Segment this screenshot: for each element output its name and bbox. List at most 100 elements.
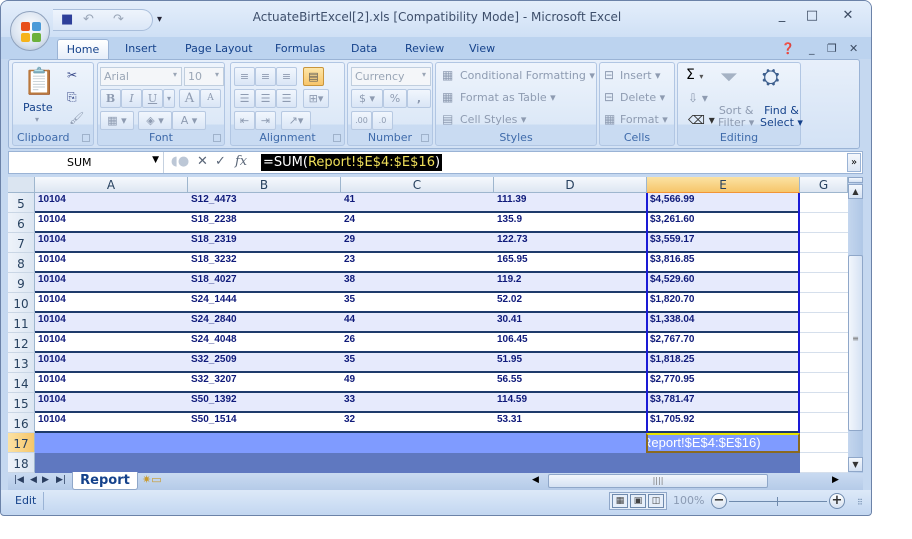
font-color-button[interactable]: A ▾ <box>172 111 206 130</box>
first-sheet-button[interactable]: |◀ <box>14 475 24 485</box>
find-select-button[interactable]: Find & Select ▾ <box>760 105 803 129</box>
align-middle-button[interactable]: ≡ <box>255 67 276 86</box>
row-header-13[interactable]: 13 <box>8 353 35 373</box>
cell-b14[interactable]: S32_3207 <box>188 374 237 385</box>
cell-g13[interactable] <box>800 353 848 373</box>
scroll-left-button[interactable]: ◀ <box>532 475 539 485</box>
align-center-button[interactable]: ☰ <box>255 89 276 108</box>
align-bottom-button[interactable]: ≡ <box>276 67 297 86</box>
name-box[interactable]: SUM ▼ <box>9 152 164 173</box>
cell-b9[interactable]: S18_4027 <box>188 274 237 285</box>
cell-c12[interactable]: 26 <box>341 334 355 345</box>
cell-b15[interactable]: S50_1392 <box>188 394 237 405</box>
cell-b13[interactable]: S32_2509 <box>188 354 237 365</box>
column-header-e[interactable]: E <box>647 177 800 193</box>
cell-g10[interactable] <box>800 293 848 313</box>
cell-g17[interactable] <box>800 433 848 453</box>
cell-b12[interactable]: S24_4048 <box>188 334 237 345</box>
align-right-button[interactable]: ☰ <box>276 89 297 108</box>
cell-g7[interactable] <box>800 233 848 253</box>
row-header-5[interactable]: 5 <box>8 193 35 213</box>
cell-b10[interactable]: S24_1444 <box>188 294 237 305</box>
row-header-16[interactable]: 16 <box>8 413 35 433</box>
cell-d16[interactable]: 53.31 <box>494 414 522 425</box>
maximize-button[interactable]: □ <box>801 8 823 23</box>
format-as-table-button[interactable]: Format as Table ▾ <box>460 91 556 104</box>
cell-c11[interactable]: 44 <box>341 314 355 325</box>
increase-indent-button[interactable]: ⇥ <box>255 111 276 130</box>
cell-d15[interactable]: 114.59 <box>494 394 527 405</box>
row-header-17[interactable]: 17 <box>8 433 35 453</box>
cell-g9[interactable] <box>800 273 848 293</box>
number-launcher-icon[interactable] <box>421 134 429 142</box>
cell-g8[interactable] <box>800 253 848 273</box>
split-box[interactable] <box>848 177 863 183</box>
cell-g6[interactable] <box>800 213 848 233</box>
row-header-12[interactable]: 12 <box>8 333 35 353</box>
row-header-6[interactable]: 6 <box>8 213 35 233</box>
bold-button[interactable]: B <box>100 89 121 108</box>
cell-g15[interactable] <box>800 393 848 413</box>
name-box-dropdown-icon[interactable]: ▼ <box>152 155 159 165</box>
horizontal-scrollbar[interactable]: ◀ |||| ▶ <box>518 474 848 489</box>
cell-a11[interactable]: 10104 <box>35 314 66 325</box>
cell-a9[interactable]: 10104 <box>35 274 66 285</box>
cell-c10[interactable]: 35 <box>341 294 355 305</box>
resize-grip-icon[interactable]: ⠿ <box>857 498 863 507</box>
tab-page-layout[interactable]: Page Layout <box>185 39 253 59</box>
number-format-select[interactable]: Currency ▾ <box>351 67 431 86</box>
cell-a7[interactable]: 10104 <box>35 234 66 245</box>
doc-close-button[interactable]: ✕ <box>849 39 858 59</box>
prev-sheet-button[interactable]: ◀ <box>30 475 37 485</box>
cell-a6[interactable]: 10104 <box>35 214 66 225</box>
row-header-15[interactable]: 15 <box>8 393 35 413</box>
cell-d12[interactable]: 106.45 <box>494 334 528 345</box>
cell-c5[interactable]: 41 <box>341 194 355 205</box>
sort-filter-button[interactable]: Sort & Filter ▾ <box>718 105 754 129</box>
next-sheet-button[interactable]: ▶ <box>42 475 49 485</box>
cell-d11[interactable]: 30.41 <box>494 314 522 325</box>
sheet-tab-report[interactable]: Report <box>72 472 138 490</box>
copy-icon[interactable]: ⎘ <box>67 90 77 105</box>
row-header-9[interactable]: 9 <box>8 273 35 293</box>
scroll-right-button[interactable]: ▶ <box>832 475 839 485</box>
tab-view[interactable]: View <box>469 39 495 59</box>
cell-a13[interactable]: 10104 <box>35 354 66 365</box>
tab-formulas[interactable]: Formulas <box>275 39 325 59</box>
zoom-out-button[interactable]: − <box>711 493 727 509</box>
underline-dropdown[interactable]: ▾ <box>163 89 175 108</box>
merge-center-button[interactable]: ⊞▾ <box>303 89 329 108</box>
zoom-slider-track[interactable] <box>729 501 827 502</box>
column-header-d[interactable]: D <box>494 177 647 193</box>
tab-insert[interactable]: Insert <box>125 39 157 59</box>
cell-d14[interactable]: 56.55 <box>494 374 522 385</box>
page-break-view-icon[interactable]: ◫ <box>648 494 664 508</box>
cell-a10[interactable]: 10104 <box>35 294 66 305</box>
cell-d9[interactable]: 119.2 <box>494 274 521 285</box>
row-header-18[interactable]: 18 <box>8 453 35 473</box>
last-sheet-button[interactable]: ▶| <box>56 475 66 485</box>
cell-a8[interactable]: 10104 <box>35 254 66 265</box>
tab-review[interactable]: Review <box>405 39 444 59</box>
row-header-14[interactable]: 14 <box>8 373 35 393</box>
align-left-button[interactable]: ☰ <box>234 89 255 108</box>
paste-button[interactable]: Paste <box>23 101 53 114</box>
clipboard-launcher-icon[interactable] <box>82 134 90 142</box>
cell-c7[interactable]: 29 <box>341 234 355 245</box>
scroll-down-button[interactable]: ▼ <box>848 457 863 472</box>
font-name-select[interactable]: Arial ▾ <box>100 67 182 86</box>
doc-minimize-button[interactable]: _ <box>809 39 815 59</box>
formula-input[interactable]: =SUM(Report!$E$4:$E$16) <box>261 154 443 171</box>
cell-g11[interactable] <box>800 313 848 333</box>
cell-styles-button[interactable]: Cell Styles ▾ <box>460 113 526 126</box>
decrease-decimal-button[interactable]: .0 <box>372 111 393 130</box>
cell-d10[interactable]: 52.02 <box>494 294 522 305</box>
cell-d7[interactable]: 122.73 <box>494 234 528 245</box>
insert-function-icon[interactable]: fx <box>235 154 247 169</box>
shrink-font-button[interactable]: A <box>200 89 221 108</box>
fill-color-button[interactable]: ◈ ▾ <box>138 111 172 130</box>
font-size-select[interactable]: 10 ▾ <box>184 67 224 86</box>
cell-b11[interactable]: S24_2840 <box>188 314 237 325</box>
cell-b5[interactable]: S12_4473 <box>188 194 237 205</box>
cell-a5[interactable]: 10104 <box>35 194 66 205</box>
